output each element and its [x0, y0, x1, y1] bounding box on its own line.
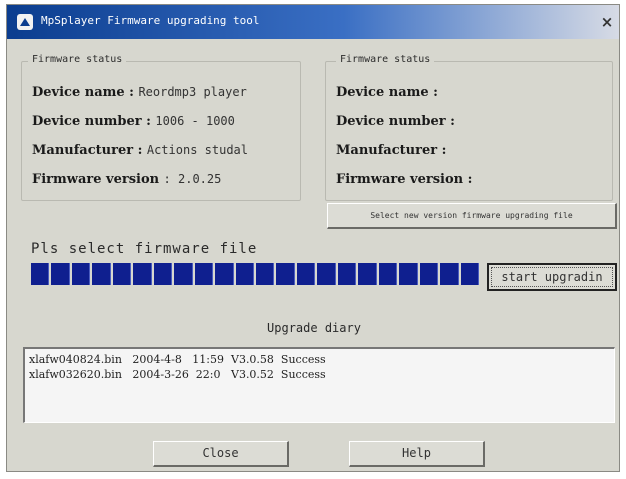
right-firmware-status-group: Firmware status Device name : Device num…	[325, 54, 613, 201]
close-icon[interactable]: ×	[597, 13, 617, 31]
left-firmware-status-group: Firmware status Device name : Reordmp3 p…	[21, 54, 301, 201]
new-device-name-label: Device name :	[336, 85, 438, 100]
firmware-version-row: Firmware version : 2.0.25	[32, 171, 221, 187]
new-device-number-label: Device number :	[336, 114, 455, 129]
start-upgrading-button[interactable]: start upgradin	[487, 263, 617, 291]
device-number-value: 1006 - 1000	[155, 114, 235, 128]
upgrade-diary-title: Upgrade diary	[267, 321, 361, 335]
new-manufacturer-row: Manufacturer :	[336, 142, 446, 158]
progress-segment	[358, 263, 377, 285]
progress-segment	[460, 263, 479, 285]
device-name-row: Device name : Reordmp3 player	[32, 84, 247, 100]
progress-segment	[337, 263, 357, 285]
help-button[interactable]: Help	[349, 441, 485, 467]
firmware-version-value: : 2.0.25	[163, 172, 222, 186]
close-button[interactable]: Close	[153, 441, 289, 467]
new-device-name-row: Device name :	[336, 84, 438, 100]
progress-segment	[31, 263, 50, 285]
progress-segment	[419, 263, 439, 285]
manufacturer-row: Manufacturer : Actions studal	[32, 142, 248, 158]
progress-segment	[235, 263, 254, 285]
progress-segment	[92, 263, 111, 285]
left-group-legend: Firmware status	[28, 54, 127, 65]
device-number-label: Device number :	[32, 114, 151, 129]
right-group-legend: Firmware status	[336, 54, 435, 65]
prompt-text: Pls select firmware file	[31, 241, 258, 257]
progress-segment	[399, 263, 418, 285]
progress-segment	[215, 263, 234, 285]
progress-segment	[133, 263, 152, 285]
title-bar[interactable]: MpSplayer Firmware upgrading tool ×	[7, 5, 619, 39]
progress-segment	[378, 263, 398, 285]
progress-segment	[317, 263, 336, 285]
diary-entry: xlafw032620.bin 2004-3-26 22:0 V3.0.52 S…	[29, 368, 326, 381]
upgrade-diary-list[interactable]: xlafw040824.bin 2004-4-8 11:59 V3.0.58 S…	[23, 347, 615, 423]
device-name-value: Reordmp3 player	[138, 85, 247, 99]
firmware-version-label: Firmware version	[32, 172, 160, 187]
window-title: MpSplayer Firmware upgrading tool	[41, 14, 260, 27]
diary-entry: xlafw040824.bin 2004-4-8 11:59 V3.0.58 S…	[29, 353, 326, 366]
new-manufacturer-label: Manufacturer :	[336, 143, 447, 158]
select-firmware-file-button[interactable]: Select new version firmware upgrading fi…	[327, 203, 617, 229]
progress-segment	[296, 263, 316, 285]
app-window: MpSplayer Firmware upgrading tool × Firm…	[6, 4, 620, 472]
progress-segment	[194, 263, 214, 285]
progress-segment	[112, 263, 132, 285]
app-icon	[17, 14, 33, 30]
new-firmware-version-row: Firmware version :	[336, 171, 472, 187]
progress-segment	[71, 263, 91, 285]
progress-segment	[255, 263, 275, 285]
manufacturer-label: Manufacturer :	[32, 143, 143, 158]
progress-segment	[51, 263, 70, 285]
device-name-label: Device name :	[32, 85, 134, 100]
upgrade-progress-bar	[31, 263, 479, 285]
new-firmware-version-label: Firmware version :	[336, 172, 473, 187]
progress-segment	[276, 263, 295, 285]
device-number-row: Device number : 1006 - 1000	[32, 113, 235, 129]
progress-segment	[440, 263, 459, 285]
new-device-number-row: Device number :	[336, 113, 455, 129]
manufacturer-value: Actions studal	[146, 143, 249, 157]
progress-segment	[174, 263, 193, 285]
progress-segment	[153, 263, 173, 285]
